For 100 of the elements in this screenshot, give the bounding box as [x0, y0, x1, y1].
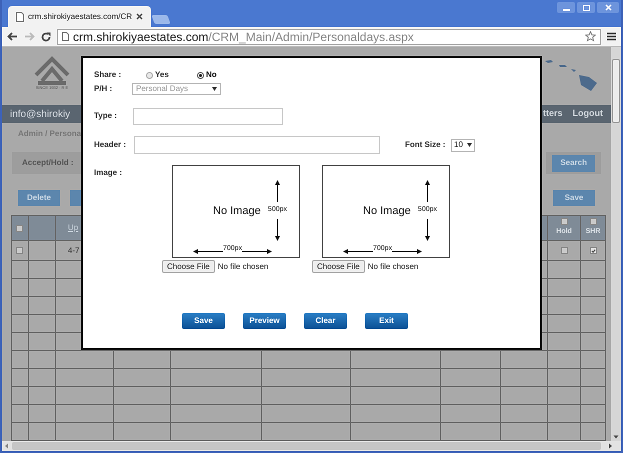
type-field[interactable]: [133, 108, 283, 124]
nav-link[interactable]: tters: [542, 107, 562, 121]
table-cell: [441, 387, 502, 405]
radio-button[interactable]: [146, 72, 153, 78]
field-label: Type :: [94, 110, 118, 122]
horizontal-arrow-icon: [193, 249, 223, 254]
dialog-button[interactable]: Save: [182, 313, 225, 329]
choose-file-button[interactable]: Choose File: [162, 260, 215, 273]
field-label: Header :: [94, 139, 128, 151]
table-cell: [548, 351, 582, 369]
close-icon: [604, 4, 612, 11]
page-icon: [16, 12, 24, 22]
table-cell: [441, 405, 502, 423]
forward-icon[interactable]: [24, 32, 35, 41]
vertical-arrow-icon: [274, 218, 280, 240]
dialog-button[interactable]: Clear: [304, 313, 347, 329]
header-checkbox[interactable]: [590, 218, 596, 226]
table-cell: [581, 315, 606, 333]
font-size-select[interactable]: 10: [451, 138, 475, 152]
page-icon: [62, 32, 69, 41]
table-cell: [28, 387, 56, 405]
table-cell: [581, 297, 606, 315]
horizontal-arrow-icon: [343, 249, 373, 254]
table-cell: [114, 405, 171, 423]
cell-text: 4-7: [68, 244, 80, 256]
vertical-scrollbar[interactable]: [611, 47, 621, 441]
table-cell: [56, 387, 114, 405]
back-icon[interactable]: [7, 32, 18, 41]
choose-file-button[interactable]: Choose File: [312, 260, 365, 273]
scrollbar-thumb[interactable]: [612, 59, 620, 123]
star-icon[interactable]: [585, 31, 596, 42]
browser-tab[interactable]: crm.shirokiyaestates.com/CR: [8, 6, 152, 27]
dialog-button[interactable]: Exit: [365, 313, 408, 329]
vertical-arrow-icon: [274, 180, 280, 202]
toolbar-button[interactable]: [70, 190, 82, 206]
header-field[interactable]: [134, 136, 380, 154]
table-cell: [581, 387, 606, 405]
table-cell: [548, 405, 582, 423]
table-cell: [501, 405, 548, 423]
table-cell: [548, 333, 582, 351]
table-cell: [501, 351, 548, 369]
table-cell: [548, 279, 582, 297]
maximize-button[interactable]: [577, 2, 595, 13]
header-checkbox[interactable]: [560, 218, 568, 226]
url-text: crm.shirokiyaestates.com/CRM_Main/Admin/Personaldays.aspx: [73, 28, 414, 46]
field-label: P/H :: [94, 83, 114, 95]
no-image-text: No Image: [363, 204, 411, 220]
table-cell: [581, 351, 606, 369]
tab-title: crm.shirokiyaestates.com/CR: [28, 10, 132, 22]
table-cell: [548, 369, 582, 387]
table-cell: [56, 405, 114, 423]
field-label: Image :: [94, 167, 124, 179]
table-cell: [581, 405, 606, 423]
close-icon[interactable]: [136, 13, 144, 20]
table-cell: [28, 351, 56, 369]
file-status: No file chosen: [218, 260, 268, 272]
table-cell: [441, 351, 502, 369]
new-tab-button[interactable]: [151, 15, 171, 24]
filter-label: Accept/Hold :: [22, 157, 74, 169]
caret-icon: [467, 143, 472, 147]
table-cell: [114, 387, 171, 405]
field-label: Share :: [94, 69, 122, 81]
select-all-checkbox[interactable]: [16, 224, 24, 232]
caret-icon: [212, 87, 217, 91]
menu-icon[interactable]: [607, 32, 616, 41]
radio-button[interactable]: [197, 72, 204, 78]
no-image-text: No Image: [213, 204, 261, 220]
reload-icon[interactable]: [41, 32, 51, 42]
horizontal-scrollbar[interactable]: [2, 441, 621, 451]
table-cell: [501, 369, 548, 387]
table-cell: [114, 351, 171, 369]
vertical-arrow-icon: [424, 218, 430, 240]
horizontal-arrow-icon: [242, 249, 272, 254]
hold-checkbox[interactable]: [560, 247, 568, 254]
address-bar[interactable]: crm.shirokiyaestates.com/CRM_Main/Admin/Personaldays.aspx: [57, 28, 601, 44]
close-button[interactable]: [597, 2, 619, 13]
nav-link[interactable]: Logout: [572, 107, 603, 121]
minimize-button[interactable]: [557, 2, 575, 13]
table-cell: [441, 369, 502, 387]
table-cell: [581, 333, 606, 351]
user-email: info@shirokiy: [9, 108, 70, 122]
logo-icon: [34, 55, 70, 85]
radio-option[interactable]: Yes: [146, 69, 197, 81]
row-checkbox[interactable]: [16, 247, 24, 254]
table-cell: [581, 279, 606, 297]
field-label: Font Size :: [405, 139, 446, 151]
table-cell: [56, 369, 114, 387]
shr-checkbox[interactable]: [590, 247, 596, 254]
vertical-arrow-icon: [424, 180, 430, 202]
horizontal-arrow-icon: [392, 249, 422, 254]
radio-option[interactable]: No: [197, 69, 248, 81]
table-cell: [548, 297, 582, 315]
table-cell: [114, 369, 171, 387]
table-cell: [501, 387, 548, 405]
table-cell: [548, 387, 582, 405]
dialog-button[interactable]: Preview: [243, 313, 286, 329]
table-cell: [581, 369, 606, 387]
table-cell: [28, 405, 56, 423]
table-cell: [28, 369, 56, 387]
file-status: No file chosen: [368, 260, 418, 272]
